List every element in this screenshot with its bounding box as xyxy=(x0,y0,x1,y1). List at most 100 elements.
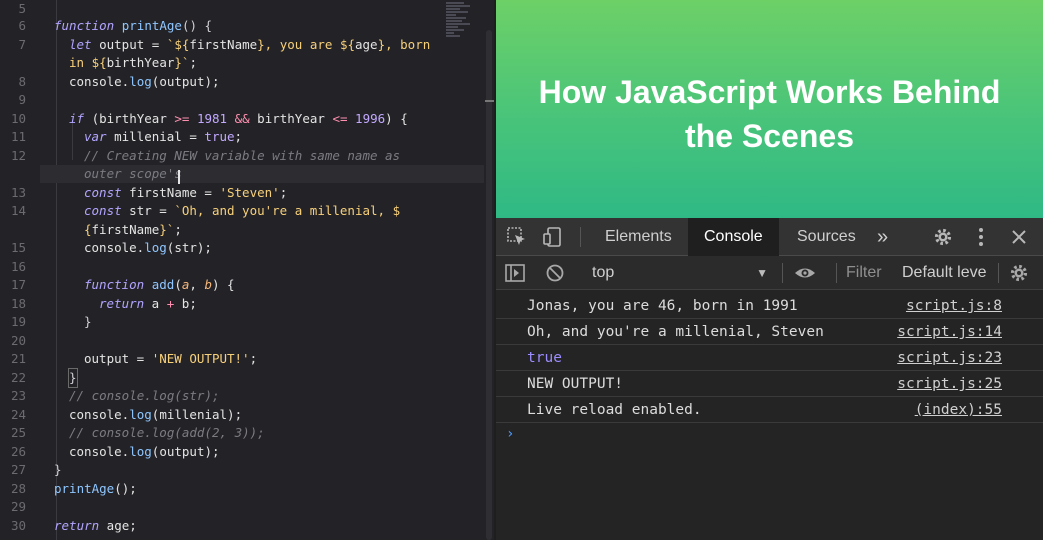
log-levels-select[interactable]: Default levels xyxy=(902,261,986,285)
console-message: NEW OUTPUT! script.js:25 xyxy=(496,371,1043,397)
code-line[interactable]: 14 const str = `Oh, and you're a millenia… xyxy=(0,202,494,220)
code-comment: // console.log(add(2, 3)); xyxy=(69,425,265,440)
code-token: (output); xyxy=(151,73,220,89)
minimap[interactable] xyxy=(446,2,472,52)
code-token: printAge xyxy=(54,480,115,496)
code-line[interactable]: 5 xyxy=(0,0,494,18)
code-token: `${ xyxy=(166,36,190,52)
code-line[interactable]: 13 const firstName = 'Steven'; xyxy=(0,184,494,202)
code-line[interactable]: 30 return age; xyxy=(0,517,494,535)
code-token: 1981 xyxy=(189,110,228,126)
code-line[interactable]: 23 // console.log(str); xyxy=(0,387,494,405)
code-token: millenial = xyxy=(106,129,205,144)
code-line[interactable]: 17 function add(a, b) { xyxy=(0,276,494,294)
console-message-source-link[interactable]: script.js:23 xyxy=(897,345,1002,371)
code-token: log xyxy=(129,443,152,459)
code-line[interactable]: 24 console.log(millenial); xyxy=(0,406,494,424)
line-number: 18 xyxy=(10,295,26,311)
code-line[interactable]: 6 function printAge() { xyxy=(0,17,494,35)
code-line[interactable]: 21 output = 'NEW OUTPUT!'; xyxy=(0,350,494,368)
code-line[interactable]: 9 xyxy=(0,91,494,109)
code-token: (); xyxy=(114,480,137,496)
code-token: age xyxy=(355,36,378,52)
console-message-source-link[interactable]: script.js:8 xyxy=(906,293,1002,319)
device-toolbar-icon[interactable] xyxy=(542,226,564,248)
code-line[interactable]: 29 xyxy=(0,498,494,516)
chevron-down-icon: ▼ xyxy=(756,266,768,280)
code-token: >= xyxy=(174,110,190,126)
code-line[interactable]: 12 // Creating NEW variable with same nam… xyxy=(0,147,494,165)
code-line[interactable]: 15 console.log(str); xyxy=(0,239,494,257)
kebab-menu-icon[interactable] xyxy=(970,226,992,248)
console-sidebar-icon[interactable] xyxy=(504,262,526,284)
devtools-panel: Elements Console Sources » top ▼ Defau xyxy=(496,218,1043,540)
line-number: 23 xyxy=(10,388,26,403)
code-line[interactable]: 18 return a + b; xyxy=(0,295,494,313)
console-message: Jonas, you are 46, born in 1991 script.j… xyxy=(496,293,1043,319)
console-prompt-icon[interactable]: › xyxy=(506,426,514,442)
console-filter-bar: top ▼ Default levels xyxy=(496,256,1043,290)
line-number: 10 xyxy=(10,110,26,126)
gear-icon[interactable] xyxy=(1008,262,1030,284)
code-line[interactable]: 19} xyxy=(0,313,494,331)
tab-elements[interactable]: Elements xyxy=(589,218,688,256)
code-token: return xyxy=(54,517,100,533)
code-token: in ${ xyxy=(69,55,107,70)
console-message-text: Jonas, you are 46, born in 1991 xyxy=(527,298,798,314)
line-number: 15 xyxy=(10,240,26,255)
code-token: <= xyxy=(332,110,348,126)
code-token: console. xyxy=(69,406,130,422)
tab-sources[interactable]: Sources xyxy=(781,218,872,256)
code-token: () { xyxy=(181,18,213,33)
code-token: output = xyxy=(84,351,152,366)
console-message-source-link[interactable]: script.js:14 xyxy=(897,319,1002,345)
code-line[interactable]: 26 console.log(output); xyxy=(0,443,494,461)
current-line[interactable]: outer scope's xyxy=(40,165,484,184)
inspect-element-icon[interactable] xyxy=(506,226,528,248)
code-token: age; xyxy=(99,517,137,533)
line-number: 5 xyxy=(18,1,26,16)
console-message-source-link[interactable]: (index):55 xyxy=(915,397,1002,423)
code-token: console. xyxy=(84,240,145,255)
code-line[interactable]: 8 console.log(output); xyxy=(0,73,494,91)
code-line[interactable]: 25 // console.log(add(2, 3)); xyxy=(0,424,494,442)
gear-icon[interactable] xyxy=(932,226,954,248)
code-line[interactable]: 20 xyxy=(0,332,494,350)
code-token: ; xyxy=(174,221,182,237)
code-token: function xyxy=(84,277,145,292)
code-token: ; xyxy=(189,55,197,70)
code-editor[interactable]: 5 6 function printAge() { 7 let output = `… xyxy=(0,0,494,540)
code-token: } xyxy=(68,367,78,388)
code-line[interactable]: in ${birthYear}`; xyxy=(0,54,494,72)
code-line[interactable]: 22} xyxy=(0,367,494,388)
eye-icon[interactable] xyxy=(794,262,816,284)
code-token: } xyxy=(84,314,92,329)
console-message-source-link[interactable]: script.js:25 xyxy=(897,371,1002,397)
code-line[interactable]: 27} xyxy=(0,461,494,479)
console-message-text: true xyxy=(527,350,562,366)
editor-scrollbar-thumb[interactable] xyxy=(486,30,492,540)
code-line[interactable]: 16 xyxy=(0,258,494,276)
code-token: log xyxy=(129,406,152,422)
code-token: ) { xyxy=(385,110,408,126)
close-icon[interactable] xyxy=(1008,226,1030,248)
context-select[interactable]: top ▼ xyxy=(586,260,776,286)
console-message-text: Oh, and you're a millenial, Steven xyxy=(527,324,824,340)
line-number: 29 xyxy=(10,499,26,514)
tab-console[interactable]: Console xyxy=(688,218,779,256)
code-line[interactable]: 28 printAge(); xyxy=(0,480,494,498)
more-tabs-icon[interactable]: » xyxy=(869,218,896,256)
slide-title-line: How JavaScript Works Behind xyxy=(538,74,1001,110)
code-token: var xyxy=(84,129,107,144)
code-line[interactable]: {firstName}`; xyxy=(0,221,494,239)
clear-console-icon[interactable] xyxy=(544,262,566,284)
line-number: 8 xyxy=(18,73,26,89)
code-token: true xyxy=(204,129,235,144)
code-comment: // console.log(str); xyxy=(69,388,220,403)
code-line[interactable]: 7 let output = `${firstName}, you are ${a… xyxy=(0,36,494,54)
filter-input[interactable] xyxy=(840,261,890,285)
code-line[interactable]: 11 var millenial = true; xyxy=(0,128,494,146)
line-number: 30 xyxy=(10,517,26,533)
console-message: Oh, and you're a millenial, Steven scrip… xyxy=(496,319,1043,345)
code-line[interactable]: 10 if (birthYear >= 1981 && birthYear <= … xyxy=(0,110,494,128)
